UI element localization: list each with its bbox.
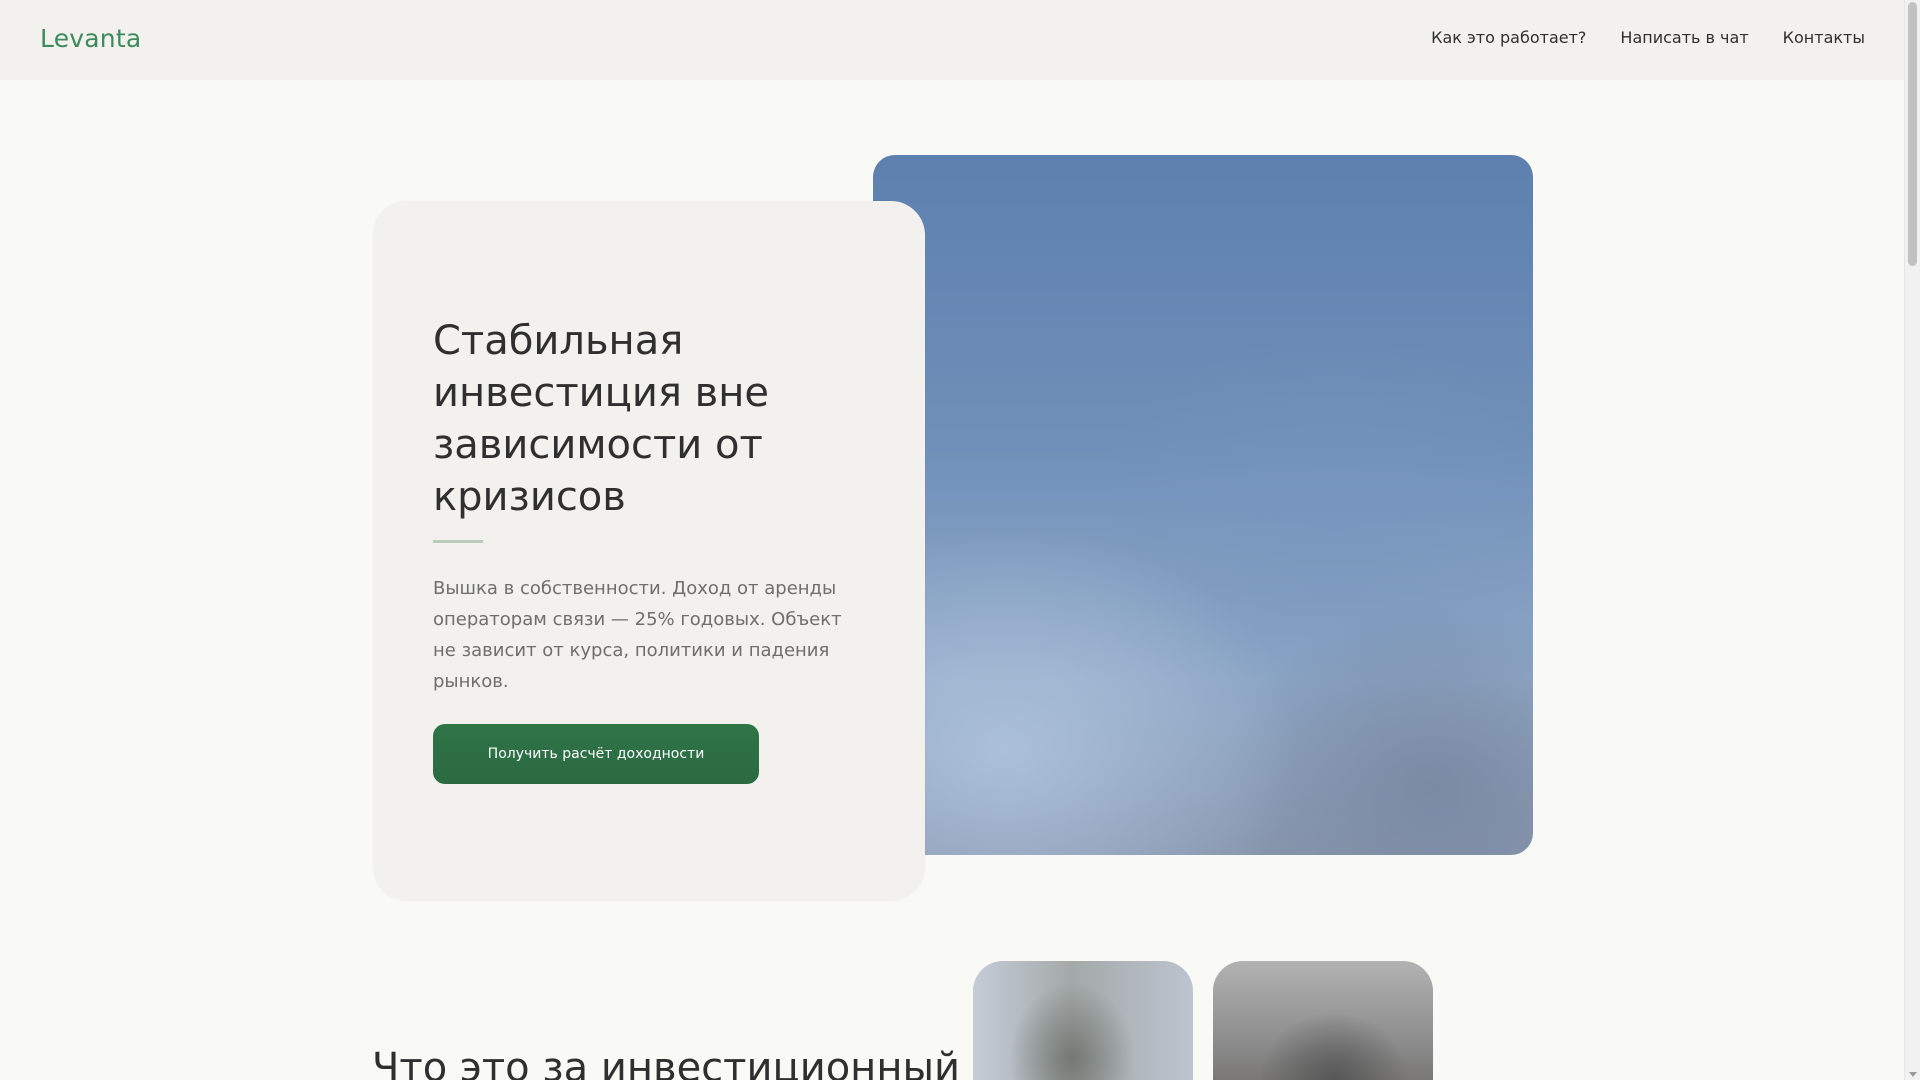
site-header: Levanta Как это работает? Написать в чат… bbox=[0, 0, 1905, 80]
nav-link-chat[interactable]: Написать в чат bbox=[1620, 28, 1748, 47]
title-divider bbox=[433, 540, 483, 543]
nav-link-contacts[interactable]: Контакты bbox=[1783, 28, 1865, 47]
page: Levanta Как это работает? Написать в чат… bbox=[0, 0, 1905, 1080]
main-nav: Как это работает? Написать в чат Контакт… bbox=[1431, 28, 1865, 47]
section-title: Что это за инвестиционный bbox=[372, 1045, 961, 1080]
page-scrollbar[interactable] bbox=[1904, 0, 1920, 1080]
hero-description: Вышка в собственности. Доход от аренды о… bbox=[433, 578, 842, 692]
get-yield-calculation-button[interactable]: Получить расчёт доходности bbox=[433, 724, 759, 784]
scroll-down-arrow-icon[interactable] bbox=[1909, 1072, 1917, 1077]
scrollbar-thumb[interactable] bbox=[1908, 2, 1917, 266]
hero-card: Стабильная инвестиция вне зависимости от… bbox=[373, 201, 925, 901]
nav-link-how-it-works[interactable]: Как это работает? bbox=[1431, 28, 1586, 47]
logo[interactable]: Levanta bbox=[40, 24, 141, 53]
hero-title: Стабильная инвестиция вне зависимости от… bbox=[433, 318, 769, 520]
tower-photo-2 bbox=[1213, 961, 1433, 1080]
tower-photo-1 bbox=[973, 961, 1193, 1080]
hero-image bbox=[873, 155, 1533, 855]
